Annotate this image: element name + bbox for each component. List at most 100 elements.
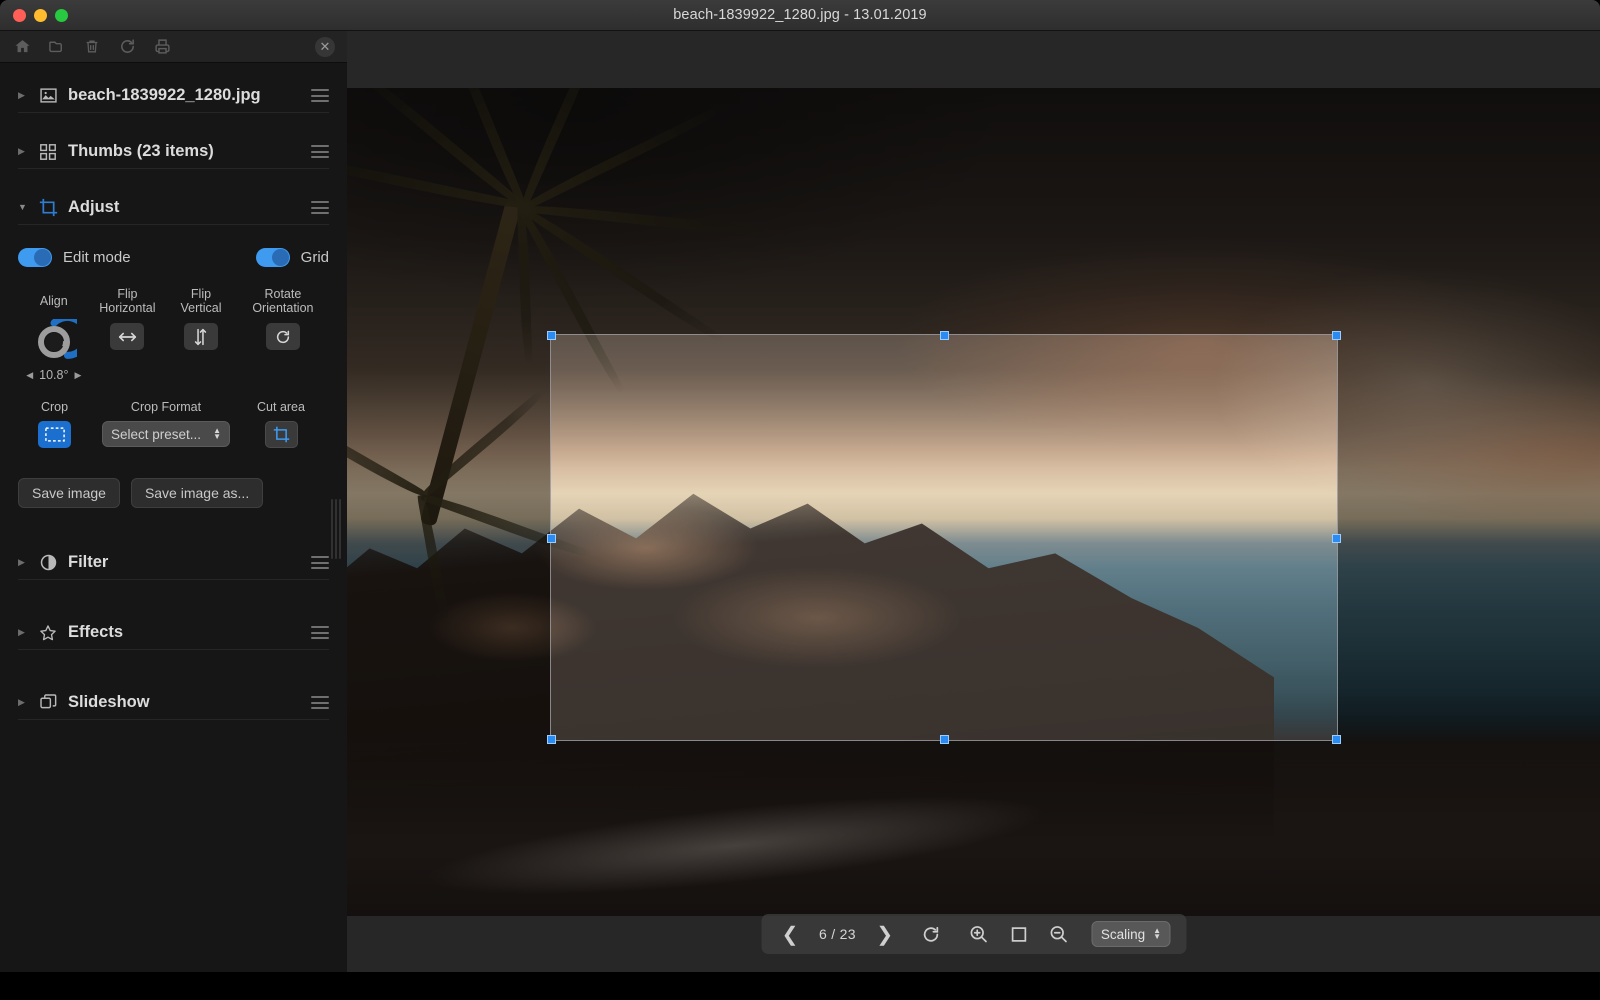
crop-format-select[interactable]: Select preset... ▲ ▼: [102, 421, 230, 447]
sidebar-section-thumbs: ▶ Thumbs (23 items): [18, 113, 329, 169]
app-root: beach-1839922_1280.jpg - 13.01.2019 ✕ ▶ …: [0, 0, 1600, 1000]
sidebar-toolbar: ✕: [0, 31, 347, 63]
flip-vertical-label-line2: Vertical: [180, 301, 222, 315]
flip-vertical-label: Flip Vertical: [180, 287, 221, 315]
crop-format-label: Crop Format: [130, 400, 202, 414]
filter-label: Filter: [68, 553, 109, 571]
reload-icon[interactable]: [117, 37, 137, 57]
flip-vertical-control: Flip Vertical: [165, 287, 237, 382]
file-name-label: beach-1839922_1280.jpg: [68, 86, 261, 104]
crop-handle-bottom-right[interactable]: [1332, 735, 1341, 744]
save-buttons: Save image Save image as...: [18, 478, 329, 508]
rotate-orientation-label-line1: Rotate: [264, 287, 302, 301]
sidebar-item-effects[interactable]: ▶ Effects: [18, 616, 329, 650]
flip-horizontal-label: Flip Horizontal: [99, 287, 155, 315]
crop-handle-middle-right[interactable]: [1332, 533, 1341, 543]
align-knob[interactable]: [31, 319, 77, 365]
crop-selection[interactable]: [547, 331, 1341, 744]
chevron-right-icon[interactable]: ▶: [18, 147, 28, 156]
crop-format-control: Crop Format Select preset... ▲ ▼: [91, 400, 241, 447]
adjust-menu-icon[interactable]: [311, 201, 329, 214]
photo-palm-tree-small: [347, 390, 594, 684]
slideshow-label: Slideshow: [68, 693, 150, 711]
align-decrease-button[interactable]: ◀: [26, 370, 33, 381]
crop-label: Crop: [40, 400, 69, 414]
home-icon[interactable]: [12, 37, 32, 57]
chevron-right-icon[interactable]: ▶: [18, 698, 28, 707]
zoom-in-icon[interactable]: [966, 921, 992, 947]
open-folder-icon[interactable]: [47, 37, 67, 57]
crop-handle-top-center[interactable]: [940, 331, 949, 340]
rotate-orientation-label: Rotate Orientation: [252, 287, 313, 315]
viewer-bottom-toolbar: ❮ 6 / 23 ❯ Scaling ▲ ▼: [760, 914, 1187, 954]
crop-control: Crop: [18, 400, 91, 448]
actual-size-icon[interactable]: [1006, 921, 1032, 947]
sidebar-item-slideshow[interactable]: ▶ Slideshow: [18, 686, 329, 720]
thumbs-menu-icon[interactable]: [311, 145, 329, 158]
crop-handle-bottom-center[interactable]: [940, 735, 949, 744]
grid-label: Grid: [300, 248, 329, 266]
flip-vertical-label-line1: Flip: [190, 287, 212, 301]
rotate-orientation-label-line2: Orientation: [252, 301, 314, 315]
crop-handle-top-right[interactable]: [1332, 331, 1341, 340]
flip-horizontal-button[interactable]: [110, 323, 145, 350]
palm-frond: [519, 101, 733, 212]
crop-icon: [38, 198, 58, 218]
sidebar-item-file[interactable]: ▶ beach-1839922_1280.jpg: [18, 79, 329, 113]
flip-horizontal-label-line2: Horizontal: [99, 301, 156, 315]
traffic-lights: [13, 8, 68, 22]
close-icon[interactable]: ✕: [315, 36, 335, 57]
palm-frond: [417, 494, 451, 630]
image-viewport[interactable]: ❮ 6 / 23 ❯ Scaling ▲ ▼: [347, 31, 1600, 972]
next-image-button[interactable]: ❯: [872, 921, 898, 947]
align-increase-button[interactable]: ▶: [74, 370, 81, 381]
photo-canvas[interactable]: [347, 88, 1600, 916]
previous-image-button[interactable]: ❮: [777, 921, 803, 947]
flip-vertical-button[interactable]: [183, 323, 218, 350]
filter-menu-icon[interactable]: [311, 556, 329, 569]
slideshow-menu-icon[interactable]: [311, 696, 329, 709]
rotate-icon[interactable]: [918, 921, 944, 947]
file-menu-icon[interactable]: [311, 89, 329, 102]
rotate-orientation-control: Rotate Orientation: [237, 287, 329, 382]
rotate-orientation-button[interactable]: [265, 323, 300, 350]
image-counter: 6 / 23: [818, 926, 856, 942]
print-icon[interactable]: [152, 37, 172, 57]
minimize-window-button[interactable]: [34, 8, 47, 22]
sidebar-section-filter: ▶ Filter: [18, 508, 329, 580]
crop-format-value: Select preset...: [111, 426, 202, 442]
crop-button[interactable]: [38, 421, 71, 448]
chevron-right-icon[interactable]: ▶: [18, 91, 28, 100]
chevron-right-icon[interactable]: ▶: [18, 558, 28, 567]
cut-area-control: Cut area: [241, 400, 321, 448]
flip-horizontal-label-line1: Flip: [117, 287, 138, 301]
trash-icon[interactable]: [82, 37, 102, 57]
crop-handle-top-left[interactable]: [547, 331, 556, 340]
edit-mode-toggle[interactable]: [18, 247, 52, 267]
sidebar-scroll-area: ▶ beach-1839922_1280.jpg ▶ Thumbs (23 it…: [0, 63, 347, 972]
scaling-select[interactable]: Scaling ▲ ▼: [1091, 921, 1171, 947]
sidebar-item-thumbs[interactable]: ▶ Thumbs (23 items): [18, 135, 329, 169]
adjust-label: Adjust: [68, 198, 120, 216]
sidebar-item-adjust[interactable]: ▼ Adjust: [18, 191, 329, 225]
sidebar-section-file: ▶ beach-1839922_1280.jpg: [18, 63, 329, 113]
chevron-right-icon[interactable]: ▶: [18, 628, 28, 637]
zoom-window-button[interactable]: [55, 8, 68, 22]
sidebar-section-effects: ▶ Effects: [18, 580, 329, 650]
save-image-button[interactable]: Save image: [18, 478, 120, 508]
sidebar-resize-grip[interactable]: [329, 499, 342, 559]
sidebar-item-filter[interactable]: ▶ Filter: [18, 546, 329, 580]
scaling-value: Scaling: [1100, 926, 1146, 942]
effects-label: Effects: [68, 623, 124, 641]
crop-handle-middle-left[interactable]: [547, 533, 556, 543]
zoom-out-icon[interactable]: [1046, 921, 1072, 947]
close-window-button[interactable]: [13, 8, 26, 22]
crop-handle-bottom-left[interactable]: [547, 735, 556, 744]
chevron-down-icon[interactable]: ▼: [18, 203, 28, 212]
contrast-icon: [38, 553, 58, 573]
save-image-as-button[interactable]: Save image as...: [130, 478, 264, 508]
effects-menu-icon[interactable]: [311, 626, 329, 639]
cut-area-button[interactable]: [264, 421, 298, 448]
adjust-toggles: Edit mode Grid: [18, 245, 329, 269]
grid-toggle[interactable]: [255, 247, 290, 267]
